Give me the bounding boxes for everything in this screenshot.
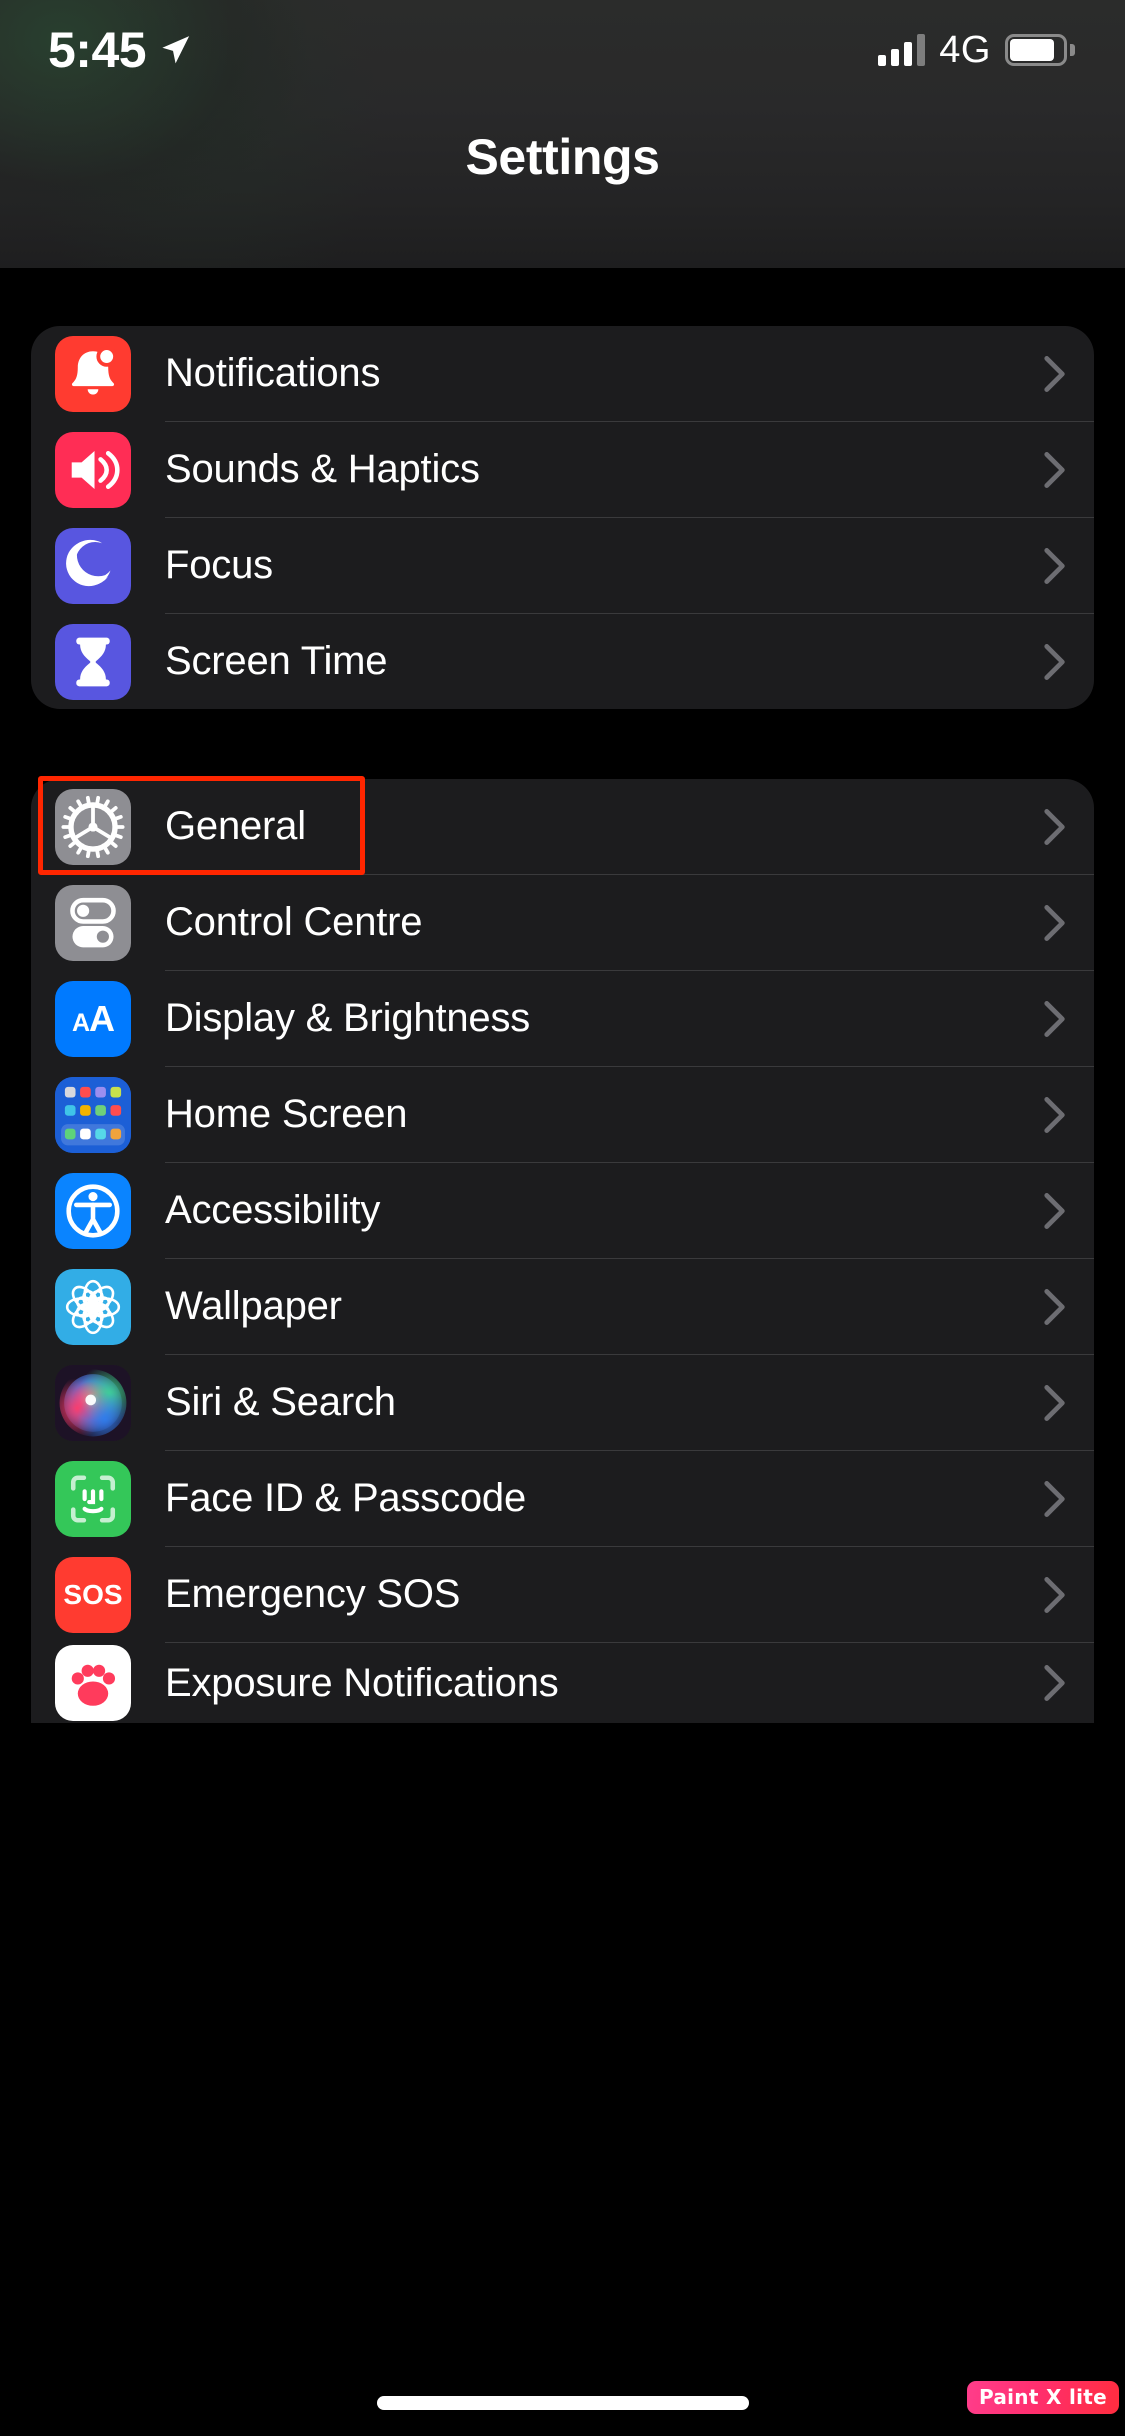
settings-row-notifications[interactable]: Notifications	[31, 326, 1094, 421]
row-icon-wrap	[55, 431, 131, 508]
row-label: Exposure Notifications	[165, 1660, 559, 1705]
chevron-right-icon	[1044, 1576, 1066, 1614]
row-label: Control Centre	[165, 900, 423, 944]
settings-row-focus[interactable]: Focus	[31, 518, 1094, 613]
row-icon-wrap: SOS	[55, 1556, 131, 1633]
chevron-right-icon	[1044, 1000, 1066, 1038]
chevron-right-icon	[1044, 547, 1066, 585]
settings-row-exposure-notifications[interactable]: Exposure Notifications	[31, 1643, 1094, 1723]
row-icon-wrap	[55, 335, 131, 412]
status-bar: 5:45 4G	[0, 0, 1125, 100]
chevron-right-icon	[1044, 451, 1066, 489]
nav-header: 5:45 4G Settings	[0, 0, 1125, 268]
toggles-icon	[55, 884, 131, 961]
row-icon-wrap: AA	[55, 980, 131, 1057]
gear-icon	[55, 788, 131, 865]
chevron-right-icon	[1044, 1096, 1066, 1134]
location-arrow-icon	[158, 33, 192, 67]
watermark-badge: Paint X lite	[966, 2381, 1119, 2414]
app-grid-icon	[55, 1076, 131, 1153]
chevron-right-icon	[1044, 643, 1066, 681]
row-icon-wrap	[55, 884, 131, 961]
row-label: Face ID & Passcode	[165, 1476, 527, 1520]
row-icon-wrap	[55, 1268, 131, 1345]
chevron-right-icon	[1044, 1192, 1066, 1230]
row-icon-wrap	[55, 527, 131, 604]
row-icon-wrap	[55, 1460, 131, 1537]
text-size-aa-icon: AA	[55, 980, 131, 1057]
row-label: Home Screen	[165, 1092, 408, 1136]
status-bar-right: 4G	[878, 28, 1075, 72]
row-label: Siri & Search	[165, 1380, 396, 1424]
row-label: Notifications	[165, 351, 381, 395]
settings-row-sounds-haptics[interactable]: Sounds & Haptics	[31, 422, 1094, 517]
chevron-right-icon	[1044, 355, 1066, 393]
row-label: Screen Time	[165, 639, 388, 683]
row-label: Accessibility	[165, 1188, 381, 1232]
settings-row-siri-search[interactable]: Siri & Search	[31, 1355, 1094, 1450]
row-label: Sounds & Haptics	[165, 447, 480, 491]
row-label: Focus	[165, 543, 273, 587]
moon-crescent-icon	[55, 527, 131, 604]
settings-row-face-id-passcode[interactable]: Face ID & Passcode	[31, 1451, 1094, 1546]
row-icon-wrap	[55, 788, 131, 865]
row-label: Display & Brightness	[165, 996, 531, 1040]
settings-row-screen-time[interactable]: Screen Time	[31, 614, 1094, 709]
row-icon-wrap	[55, 623, 131, 700]
cellular-signal-icon	[878, 34, 926, 66]
flower-pattern-icon	[55, 1268, 131, 1345]
paw-icon	[55, 1645, 131, 1721]
siri-orb-icon	[55, 1364, 131, 1441]
settings-row-display-brightness[interactable]: AA Display & Brightness	[31, 971, 1094, 1066]
group-alerts: Notifications Sounds & Haptics Focus Screen…	[31, 326, 1094, 709]
settings-row-accessibility[interactable]: Accessibility	[31, 1163, 1094, 1258]
settings-row-home-screen[interactable]: Home Screen	[31, 1067, 1094, 1162]
face-id-icon	[55, 1460, 131, 1537]
network-type-label: 4G	[939, 28, 991, 71]
chevron-right-icon	[1044, 1384, 1066, 1422]
home-indicator[interactable]	[376, 2396, 749, 2410]
speaker-wave-icon	[55, 431, 131, 508]
accessibility-icon	[55, 1172, 131, 1249]
settings-row-general[interactable]: General	[31, 779, 1094, 874]
row-label: Emergency SOS	[165, 1572, 461, 1616]
group-system: General Control Centre AA Display & Brightn…	[31, 779, 1094, 1723]
chevron-right-icon	[1044, 1480, 1066, 1518]
row-icon-wrap	[55, 1364, 131, 1441]
settings-groups: Notifications Sounds & Haptics Focus Screen…	[31, 326, 1094, 1723]
bell-icon	[55, 335, 131, 412]
sos-icon: SOS	[55, 1556, 131, 1633]
chevron-right-icon	[1044, 808, 1066, 846]
status-bar-left: 5:45	[48, 25, 192, 75]
row-icon-wrap	[55, 1076, 131, 1153]
row-label: General	[165, 804, 306, 848]
chevron-right-icon	[1044, 1664, 1066, 1702]
row-icon-wrap	[55, 1172, 131, 1249]
row-label: Wallpaper	[165, 1284, 342, 1328]
settings-row-emergency-sos[interactable]: SOS Emergency SOS	[31, 1547, 1094, 1642]
battery-icon	[1005, 34, 1075, 66]
status-bar-clock: 5:45	[48, 22, 147, 78]
settings-list: Notifications Sounds & Haptics Focus Screen…	[0, 268, 1125, 1723]
settings-row-control-centre[interactable]: Control Centre	[31, 875, 1094, 970]
row-icon-wrap	[55, 1645, 131, 1721]
chevron-right-icon	[1044, 904, 1066, 942]
hourglass-icon	[55, 623, 131, 700]
settings-row-wallpaper[interactable]: Wallpaper	[31, 1259, 1094, 1354]
chevron-right-icon	[1044, 1288, 1066, 1326]
page-title: Settings	[465, 129, 660, 185]
